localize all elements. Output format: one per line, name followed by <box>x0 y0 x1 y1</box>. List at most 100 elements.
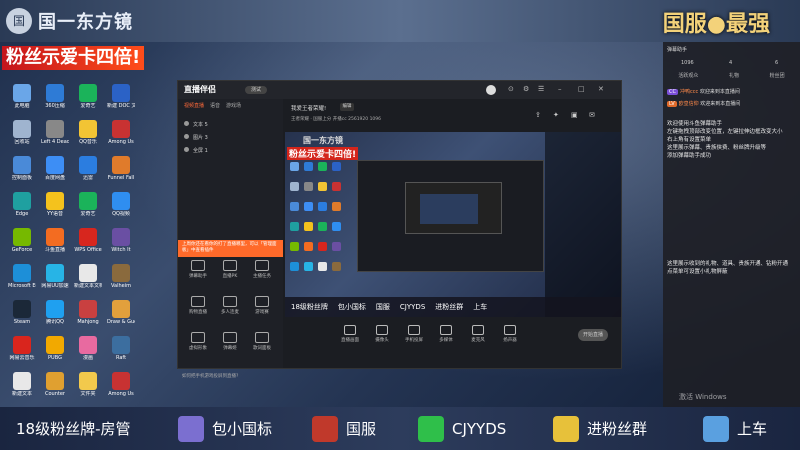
tab-gifts[interactable]: 礼物 <box>729 72 739 79</box>
desktop-icon[interactable]: 此电脑 <box>8 84 36 109</box>
app-icon <box>79 120 97 138</box>
desktop-icon[interactable]: 文件夹 <box>74 372 102 397</box>
desktop-icon-label: Funnel Fall <box>107 175 135 181</box>
desktop-icon[interactable]: Left 4 Dead 2 <box>41 120 69 145</box>
desktop-icon[interactable]: 爱奇艺 <box>74 84 102 109</box>
desktop-icon[interactable]: Draw & Guess <box>107 300 135 325</box>
eye-icon[interactable] <box>184 134 189 139</box>
app-icon <box>112 84 130 102</box>
tab-active-viewers[interactable]: 活跃观众 <box>678 72 698 79</box>
start-live-button[interactable]: 开始直播 <box>578 329 608 341</box>
desktop-icon[interactable]: YY语音 <box>41 192 69 217</box>
desktop-icon[interactable]: Funnel Fall <box>107 156 135 181</box>
top-banner: 国 国一东方镜 国服●最强 <box>0 0 800 42</box>
desktop-icon[interactable]: Edge <box>8 192 36 217</box>
microphone-button[interactable]: 麦克风 <box>463 325 493 343</box>
desktop-icon[interactable]: 爱奇艺 <box>74 192 102 217</box>
desktop-icon[interactable]: Among Us <box>107 120 135 145</box>
settings-icon[interactable]: ⚙ <box>523 85 529 93</box>
camera-button[interactable]: 摄像头 <box>367 325 397 343</box>
close-icon[interactable]: ✕ <box>598 85 604 93</box>
menu-icon[interactable]: ☰ <box>538 85 544 93</box>
avatar[interactable] <box>486 85 496 95</box>
desktop-icon[interactable]: Microsoft Edge <box>8 264 36 289</box>
desktop-icon[interactable]: 迅雷 <box>74 156 102 181</box>
media-button[interactable]: 多媒体 <box>431 325 461 343</box>
tab-game[interactable]: 游戏场 <box>226 102 241 116</box>
preview-app-icon <box>318 242 327 251</box>
desktop-icon[interactable]: Steam <box>8 300 36 325</box>
desktop-icon-label: 爱奇艺 <box>80 211 96 217</box>
speaker-icon <box>504 325 516 335</box>
phone-cast-button[interactable]: 手机投屏 <box>399 325 429 343</box>
desktop-icon-label: Draw & Guess <box>107 319 135 325</box>
app-icon <box>13 300 31 318</box>
tab-fan-club[interactable]: 粉丝团 <box>770 72 785 79</box>
tool-avatar[interactable]: 虚拟形象 <box>182 332 214 351</box>
tool-danmaku[interactable]: 弹幕助手 <box>182 260 214 279</box>
desktop-icon[interactable]: Witch It <box>107 228 135 253</box>
version-badge[interactable]: 测试 <box>245 86 267 94</box>
tool-multi-mic[interactable]: 多人连麦 <box>214 296 246 315</box>
help-link[interactable]: 如何把手机游戏投屏到直播? <box>182 373 238 379</box>
desktop-icon[interactable]: Mahjong <box>74 300 102 325</box>
desktop-icon[interactable]: WPS Office <box>74 228 102 253</box>
desktop-icon[interactable]: 控制面板 <box>8 156 36 181</box>
tool-lyrics[interactable]: 歌词面板 <box>246 332 278 351</box>
tool-danmaku-girl[interactable]: 弹幕姬 <box>214 332 246 351</box>
edit-button[interactable]: 编辑 <box>340 103 354 111</box>
desktop-icon[interactable]: 百度网盘 <box>41 156 69 181</box>
gift-count: 4 <box>729 60 733 66</box>
preview-app-icon <box>332 162 341 171</box>
desktop-icon[interactable]: 回收站 <box>8 120 36 145</box>
desktop-icon[interactable]: 斗鱼直播 <box>41 228 69 253</box>
broadcast-icon[interactable]: ✉ <box>589 111 595 119</box>
chat-tabs: 活跃观众 礼物 粉丝团 <box>663 72 800 79</box>
app-icon <box>13 336 31 354</box>
tool-pk[interactable]: 直播PK <box>214 260 246 279</box>
desktop-icon[interactable]: QQ音乐 <box>74 120 102 145</box>
layer-item[interactable]: 图片 3 <box>184 134 208 141</box>
desktop-icon[interactable]: 新建文本 <box>8 372 36 397</box>
record-icon[interactable]: ⊙ <box>508 85 514 93</box>
tool-tasks[interactable]: 主播任务 <box>246 260 278 279</box>
desktop-icon[interactable]: GeForce <box>8 228 36 253</box>
app-icon <box>112 300 130 318</box>
desktop-icon[interactable]: Counter <box>41 372 69 397</box>
speaker-button[interactable]: 扬声器 <box>495 325 525 343</box>
server-item: 国服 <box>312 407 376 450</box>
app-icon <box>46 156 64 174</box>
notice-icon[interactable]: ▣ <box>571 111 578 119</box>
eye-icon[interactable] <box>184 121 189 126</box>
stream-preview[interactable]: 国一东方镜 粉丝示爱卡四倍! 18级粉丝牌 包小国标 国服 CJYYDS 进粉丝… <box>285 132 621 317</box>
desktop-icon[interactable]: 新建 DOC 文档 <box>107 84 135 109</box>
maximize-icon[interactable]: □ <box>578 85 585 93</box>
desktop-icon[interactable]: Valheim <box>107 264 135 289</box>
preview-app-icon <box>304 262 313 271</box>
screen-source-button[interactable]: 直播画面 <box>335 325 365 343</box>
plugin-tip[interactable]: 上周你还在看你的打了直播哪里，可以「管理面板」中查看插件 <box>178 240 283 257</box>
desktop-icon[interactable]: Among Us <box>107 372 135 397</box>
desktop-icon[interactable]: 新建文本文档 <box>74 264 102 289</box>
preview-app-icon <box>332 202 341 211</box>
desktop-icon[interactable]: 网易云音乐 <box>8 336 36 361</box>
desktop-icon[interactable]: 360压缩 <box>41 84 69 109</box>
share-icon[interactable]: ⇪ <box>535 111 541 119</box>
desktop-icon[interactable]: 漫画 <box>74 336 102 361</box>
desktop-icon-label: Among Us <box>108 391 134 397</box>
desktop-icon[interactable]: 腾讯QQ <box>41 300 69 325</box>
gift-icon[interactable]: ✦ <box>553 111 559 119</box>
app-icon <box>112 336 130 354</box>
tool-shopping[interactable]: 购物直播 <box>182 296 214 315</box>
layer-item[interactable]: 全屏 1 <box>184 147 208 154</box>
tab-video-live[interactable]: 视频直播 <box>184 102 204 116</box>
eye-icon[interactable] <box>184 147 189 152</box>
minimize-icon[interactable]: – <box>558 85 562 93</box>
desktop-icon[interactable]: PUBG <box>41 336 69 361</box>
desktop-icon[interactable]: QQ视频 <box>107 192 135 217</box>
layer-item[interactable]: 文本 5 <box>184 121 208 128</box>
desktop-icon[interactable]: Raft <box>107 336 135 361</box>
tool-game-match[interactable]: 游戏赛 <box>246 296 278 315</box>
tab-voice[interactable]: 语音 <box>210 102 220 116</box>
desktop-icon[interactable]: 网易UU加速 <box>41 264 69 289</box>
